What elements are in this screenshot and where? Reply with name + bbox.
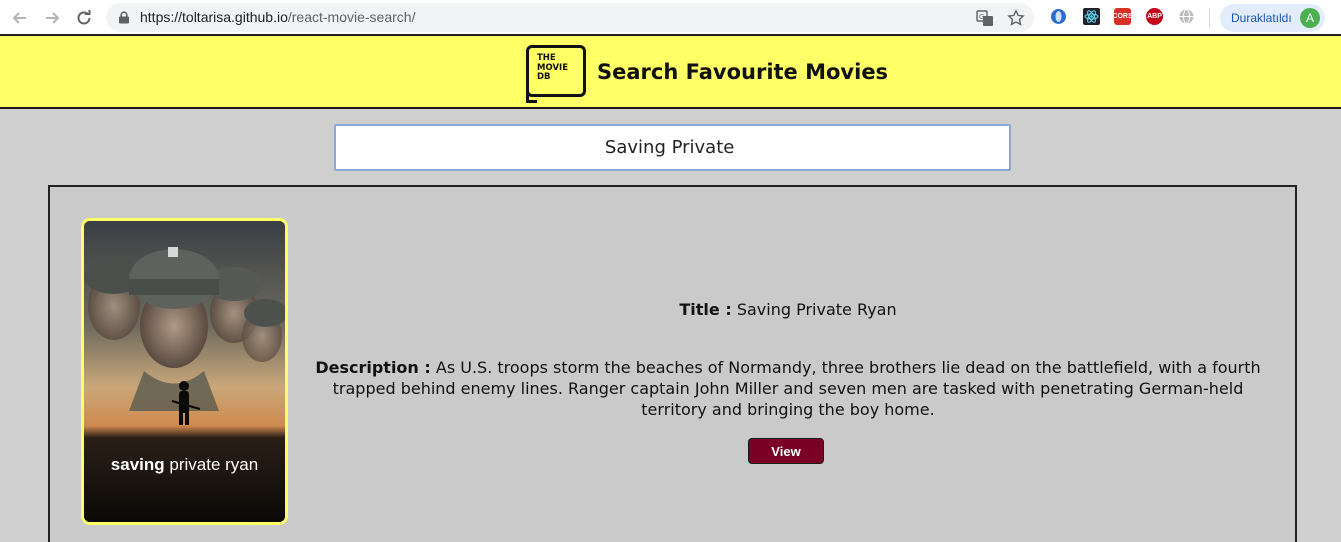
url-path: /react-movie-search/ <box>287 9 416 25</box>
poster-caption-bold: saving <box>110 455 165 474</box>
title-label: Title : <box>679 300 732 319</box>
address-bar[interactable]: https://toltarisa.github.io/react-movie-… <box>106 3 1034 32</box>
logo-line-3: DB <box>537 72 551 82</box>
back-arrow-icon <box>12 12 26 24</box>
back-button[interactable] <box>8 6 32 30</box>
title-value: Saving Private Ryan <box>731 300 897 319</box>
logo-text: THE MOVIE DB <box>537 53 568 83</box>
opera-icon[interactable] <box>1050 8 1067 25</box>
avatar: A <box>1300 8 1320 28</box>
star-bookmark-icon[interactable] <box>1007 9 1025 27</box>
profile-button[interactable]: Duraklatıldı A <box>1220 4 1325 32</box>
svg-text:G: G <box>979 13 984 21</box>
movie-description: Description : As U.S. troops storm the b… <box>308 357 1268 420</box>
description-label: Description : <box>315 358 431 377</box>
reload-icon <box>77 10 91 25</box>
profile-status-label: Duraklatıldı <box>1231 11 1292 25</box>
translate-icon[interactable]: G <box>976 9 994 27</box>
globe-icon[interactable] <box>1178 8 1195 25</box>
poster-caption-rest: private ryan <box>164 455 259 474</box>
poster-artwork <box>84 221 285 522</box>
description-value: As U.S. troops storm the beaches of Norm… <box>332 358 1261 419</box>
reload-button[interactable] <box>72 6 96 30</box>
movie-poster[interactable]: saving private ryan <box>81 218 288 525</box>
url-text[interactable]: https://toltarisa.github.io/react-movie-… <box>140 9 415 25</box>
app-header: THE MOVIE DB Search Favourite Movies <box>0 36 1341 109</box>
url-host: https://toltarisa.github.io <box>140 9 288 25</box>
cors-icon[interactable]: CORS <box>1112 8 1133 25</box>
browser-toolbar: https://toltarisa.github.io/react-movie-… <box>0 0 1341 36</box>
react-devtools-icon[interactable] <box>1083 8 1100 25</box>
cors-label: CORS <box>1112 13 1133 20</box>
search-input[interactable] <box>334 124 1011 171</box>
toolbar-separator <box>1209 8 1210 28</box>
tmdb-logo: THE MOVIE DB <box>526 45 586 103</box>
movie-card: saving private ryan Title : Saving Priva… <box>48 185 1297 542</box>
forward-arrow-icon <box>46 12 60 24</box>
forward-button[interactable] <box>40 6 64 30</box>
poster-caption: saving private ryan <box>84 455 285 475</box>
lock-icon <box>119 11 129 24</box>
view-button[interactable]: View <box>748 438 824 464</box>
adblock-plus-icon[interactable]: ABP <box>1146 8 1163 25</box>
abp-label: ABP <box>1147 13 1162 20</box>
page-title: Search Favourite Movies <box>597 60 889 84</box>
movie-title: Title : Saving Private Ryan <box>308 300 1268 319</box>
